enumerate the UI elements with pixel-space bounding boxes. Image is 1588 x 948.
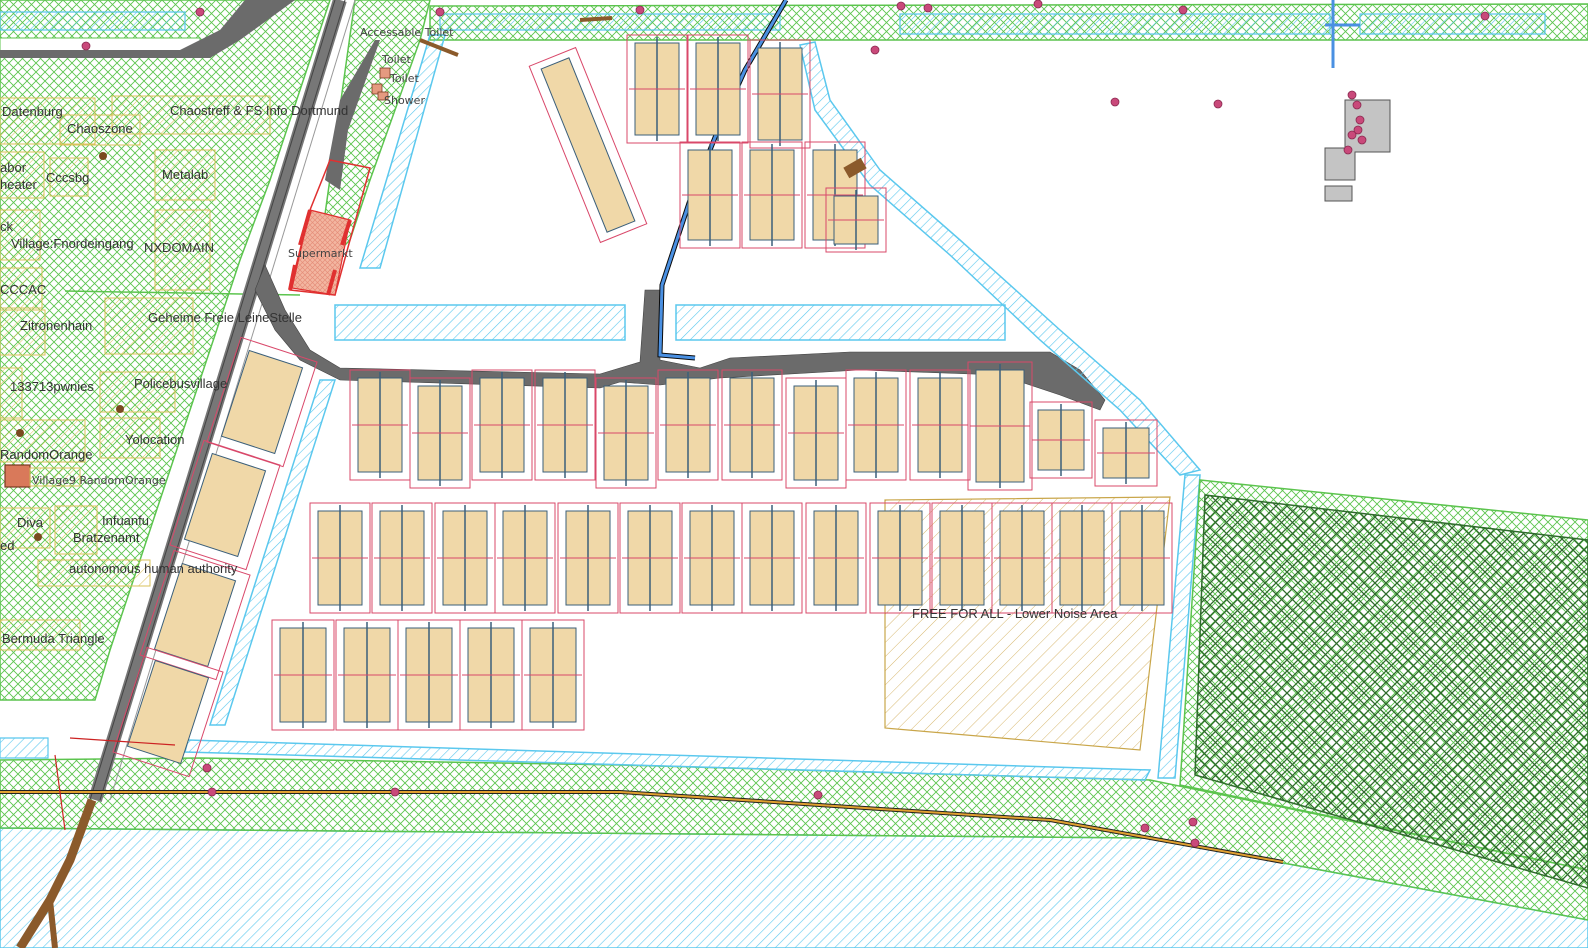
poi-marker[interactable] (1213, 99, 1223, 109)
label-metalab: Metalab (162, 167, 208, 182)
poi-marker[interactable] (195, 7, 205, 17)
tent-plot[interactable] (931, 502, 993, 614)
label-toilet-2: Toilet (389, 72, 419, 85)
label-nxdomain: NXDOMAIN (144, 240, 214, 255)
tent-plot[interactable] (397, 619, 461, 731)
tent-plot[interactable] (681, 502, 743, 614)
poi-marker[interactable] (81, 41, 91, 51)
tent-plot[interactable] (626, 34, 688, 144)
label-toilet-1: Toilet (381, 53, 411, 66)
tent-plot[interactable] (741, 141, 803, 249)
label-ck: ck (0, 219, 14, 234)
camp-map[interactable]: Accessable Toilet Toilet Toilet Shower S… (0, 0, 1588, 948)
tent-plot[interactable] (494, 502, 556, 614)
poi-marker[interactable] (1347, 130, 1357, 140)
label-free-for-all: FREE FOR ALL - Lower Noise Area (912, 606, 1118, 621)
label-supermarkt: Supermarkt (288, 247, 353, 260)
tent-plot[interactable] (335, 619, 399, 731)
tent-plot[interactable] (1029, 401, 1093, 479)
tent-plot[interactable] (825, 187, 887, 253)
label-cccac: CCCAC (0, 282, 46, 297)
village-marker[interactable] (99, 152, 107, 160)
label-heater: heater (0, 177, 38, 192)
poi-marker[interactable] (896, 1, 906, 11)
village-marker[interactable] (16, 429, 24, 437)
tent-plot[interactable] (471, 369, 533, 481)
label-shower: Shower (384, 94, 425, 107)
tent-plot[interactable] (657, 369, 719, 481)
poi-marker[interactable] (1178, 5, 1188, 15)
label-policebus: Policebusvillage (134, 376, 227, 391)
label-cccsbg: Cccsbg (46, 170, 89, 185)
tent-plot[interactable] (991, 502, 1053, 614)
poi-marker[interactable] (1188, 817, 1198, 827)
tent-plot[interactable] (409, 377, 471, 489)
label-ed: ed (0, 538, 14, 553)
label-geheime: Geheime Freie LeineStelle (148, 310, 302, 325)
poi-marker[interactable] (1110, 97, 1120, 107)
tent-plot[interactable] (557, 502, 619, 614)
poi-marker[interactable] (635, 5, 645, 15)
tent-plot[interactable] (1051, 502, 1113, 614)
label-randomorange: RandomOrange (0, 447, 93, 462)
poi-marker[interactable] (870, 45, 880, 55)
poi-marker[interactable] (435, 7, 445, 17)
poi-marker[interactable] (1352, 100, 1362, 110)
poi-marker[interactable] (813, 790, 823, 800)
poi-marker[interactable] (1347, 90, 1357, 100)
village-marker[interactable] (116, 405, 124, 413)
tent-plot[interactable] (349, 369, 411, 481)
village-marker[interactable] (34, 533, 42, 541)
tent-plot[interactable] (271, 619, 335, 731)
poi-marker[interactable] (1033, 0, 1043, 9)
label-bratzenamt: Bratzenamt (73, 530, 140, 545)
label-pwnies: 133713pwnies (10, 379, 94, 394)
label-zitronenhain: Zitronenhain (20, 318, 92, 333)
poi-marker[interactable] (1357, 135, 1367, 145)
tent-plot[interactable] (534, 369, 596, 481)
poi-marker[interactable] (1190, 838, 1200, 848)
label-infuanfu: Infuanfu (102, 513, 149, 528)
tent-plot[interactable] (749, 39, 811, 149)
label-diva: Diva (17, 515, 44, 530)
label-yolocation: Yolocation (125, 432, 185, 447)
tent-plot[interactable] (371, 502, 433, 614)
poi-marker[interactable] (1480, 11, 1490, 21)
tent-plot[interactable] (309, 502, 371, 614)
tent-plot[interactable] (967, 361, 1033, 491)
label-datenburg: Datenburg (2, 104, 63, 119)
tent-plot[interactable] (785, 377, 847, 489)
tent-plot[interactable] (679, 141, 741, 249)
poi-marker[interactable] (390, 787, 400, 797)
tent-plot[interactable] (869, 502, 931, 614)
green-strip-north (429, 3, 1588, 41)
tent-plot[interactable] (845, 369, 907, 481)
label-bermuda: Bermuda Triangle (2, 631, 105, 646)
label-abor: abor (0, 160, 27, 175)
tent-plot[interactable] (741, 502, 803, 614)
tent-plot[interactable] (1094, 419, 1158, 487)
tent-plot[interactable] (1111, 502, 1173, 614)
poi-marker[interactable] (1355, 115, 1365, 125)
poi-marker[interactable] (202, 763, 212, 773)
tent-plot[interactable] (595, 377, 657, 489)
poi-marker[interactable] (207, 787, 217, 797)
tent-plot[interactable] (434, 502, 496, 614)
label-autonomous: autonomous human authority (69, 561, 238, 576)
label-chaostreff: Chaostreff & FS Info Dortmund (170, 103, 348, 118)
poi-marker[interactable] (1140, 823, 1150, 833)
label-fnordeingang: Village:Fnordeingang (11, 236, 134, 251)
tent-plot[interactable] (459, 619, 523, 731)
tent-plot[interactable] (687, 34, 749, 144)
label-chaoszone: Chaoszone (67, 121, 133, 136)
tent-plot[interactable] (805, 502, 867, 614)
tent-plot[interactable] (909, 369, 971, 481)
tent-plot[interactable] (721, 369, 783, 481)
label-village9: Village9 RandomOrange (32, 474, 166, 487)
tent-plot[interactable] (521, 619, 585, 731)
poi-marker[interactable] (923, 3, 933, 13)
label-accessable-toilet: Accessable Toilet (360, 26, 454, 39)
tent-plot[interactable] (619, 502, 681, 614)
poi-marker[interactable] (1343, 145, 1353, 155)
